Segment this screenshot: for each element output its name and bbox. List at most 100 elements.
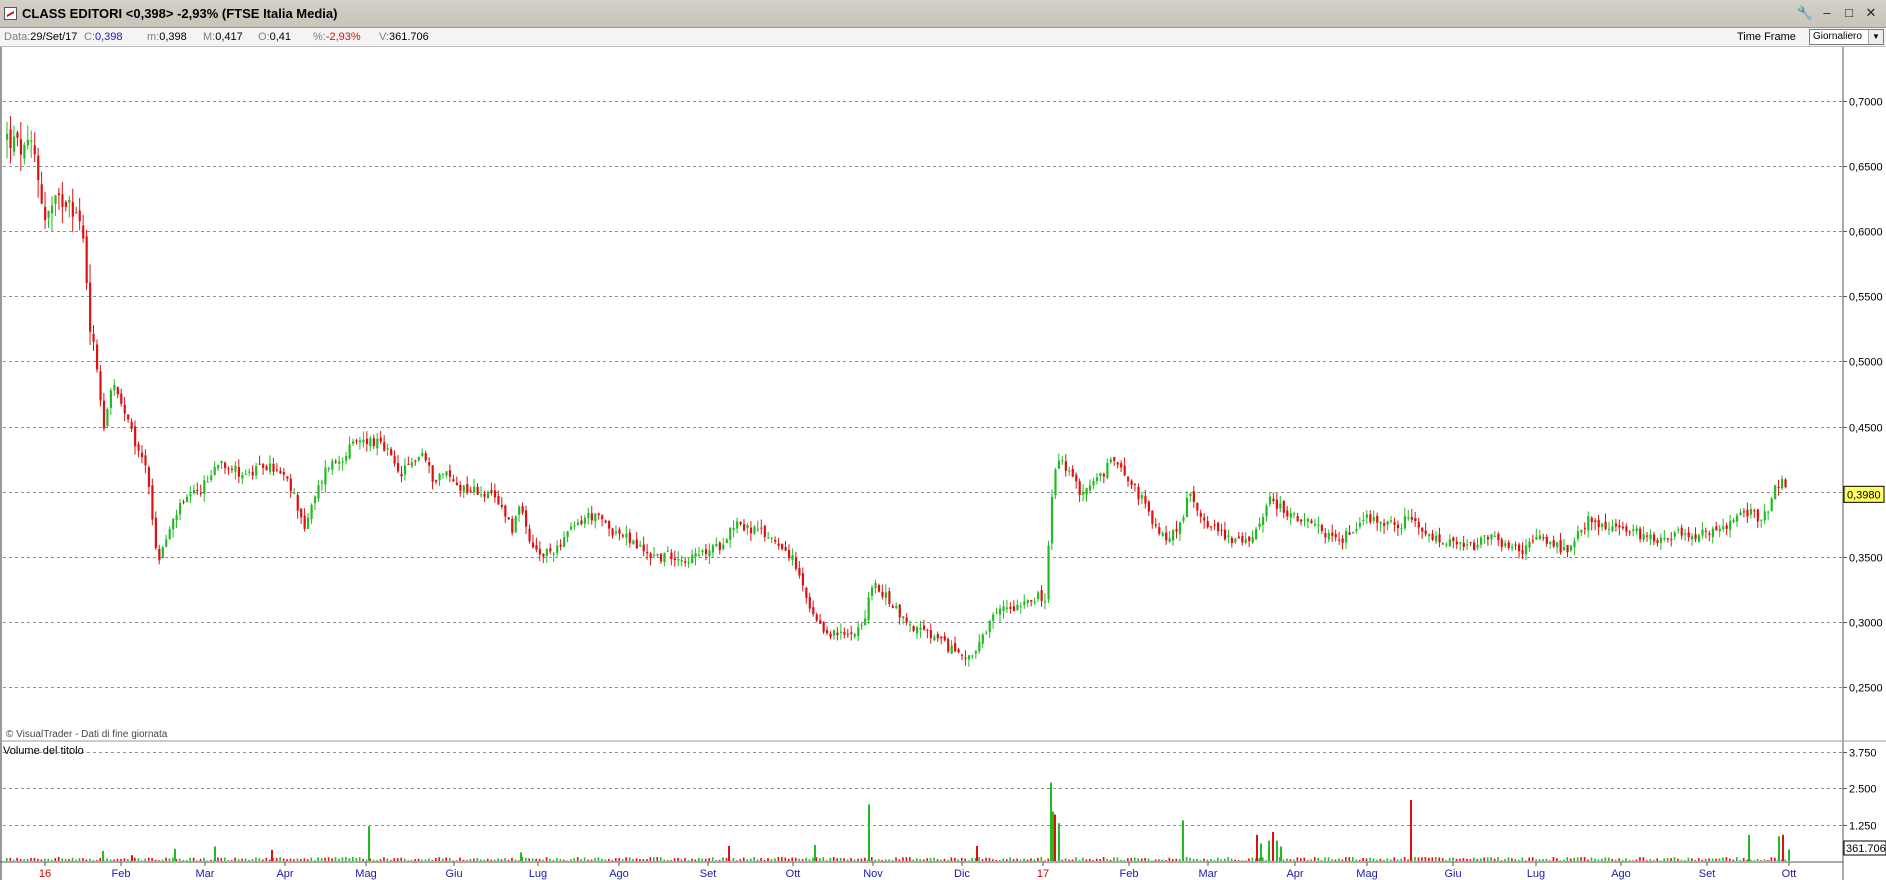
candle-body-up <box>632 540 635 544</box>
candle-body-down <box>1559 539 1562 553</box>
volume-bar <box>493 859 496 861</box>
candle-body-down <box>1486 536 1490 540</box>
candle-body-down <box>684 561 687 563</box>
volume-bar <box>452 860 454 861</box>
candle-body-up <box>1244 539 1247 543</box>
volume-bar <box>282 858 285 861</box>
volume-bar <box>1549 860 1551 861</box>
candle-body-up <box>1362 519 1365 521</box>
volume-bar <box>929 858 932 861</box>
volume-bar <box>1296 857 1299 861</box>
candle-body-down <box>1469 542 1472 544</box>
volume-bar <box>327 857 330 861</box>
candle-body-down <box>580 520 583 524</box>
volume-bar <box>1607 857 1610 861</box>
candle-body-up <box>933 636 936 641</box>
volume-spike-bar <box>1054 814 1056 861</box>
volume-bar <box>1044 860 1046 861</box>
candle-body-down <box>1282 501 1285 513</box>
volume-bar <box>1701 859 1703 861</box>
candlesticks <box>6 116 1787 667</box>
candle-body-up <box>566 531 569 538</box>
candle-body-up <box>1261 517 1265 525</box>
volume-bar <box>763 859 766 861</box>
volume-bar <box>358 857 361 861</box>
candle-body-up <box>234 465 237 472</box>
candle-body-up <box>1054 469 1057 496</box>
volume-bar <box>227 860 230 861</box>
price-tick-label: 0,5500 <box>1849 292 1883 304</box>
candle-body-down <box>1275 499 1279 509</box>
candle-body-down <box>428 462 431 466</box>
candle-body-up <box>1649 534 1652 540</box>
volume-tick-label: 3.750 <box>1849 748 1877 760</box>
candle-body-down <box>801 573 804 586</box>
price-volume-chart[interactable]: 0,70000,65000,60000,55000,50000,45000,40… <box>0 0 1886 880</box>
candle-body-down <box>1646 535 1649 537</box>
candle-body-down <box>483 493 486 497</box>
volume-bar <box>1289 859 1292 861</box>
candle-body-down <box>279 470 282 474</box>
volume-bar <box>559 858 562 861</box>
candle-body-down <box>71 202 74 217</box>
candle-body-up <box>1050 497 1054 544</box>
volume-bar <box>134 857 136 861</box>
candle-body-up <box>950 645 953 654</box>
volume-bar <box>1165 860 1167 861</box>
candle-body-up <box>6 133 9 140</box>
volume-bar <box>926 858 928 861</box>
volume-bar <box>1618 858 1620 861</box>
candle-body-up <box>1182 517 1185 521</box>
volume-bar <box>1407 859 1409 861</box>
candle-body-down <box>1518 544 1521 552</box>
volume-bar <box>576 857 579 861</box>
volume-bar <box>711 857 714 861</box>
volume-bar <box>37 858 39 861</box>
candle-body-down <box>618 529 621 534</box>
candle-body-down <box>1334 533 1337 538</box>
volume-bar <box>832 856 835 861</box>
candle-body-up <box>462 485 465 492</box>
candle-body-down <box>1597 519 1600 528</box>
candle-body-down <box>954 643 957 652</box>
candle-body-up <box>376 438 379 449</box>
candle-body-up <box>895 605 898 609</box>
candle-body-down <box>1071 468 1074 477</box>
volume-bar <box>922 859 925 861</box>
volume-bar <box>1573 857 1575 861</box>
candle-body-down <box>1473 542 1476 550</box>
volume-bar <box>1109 859 1112 861</box>
volume-bar <box>393 858 396 861</box>
volume-bar <box>943 858 946 861</box>
time-tick-label: Mar <box>196 868 215 880</box>
candle-body-up <box>1563 547 1566 551</box>
candle-body-down <box>812 607 815 615</box>
volume-bar <box>355 857 358 861</box>
volume-bar <box>1390 859 1392 861</box>
volume-bar <box>1130 858 1133 861</box>
candle-body-down <box>1704 530 1708 532</box>
candle-body-up <box>725 539 728 544</box>
volume-bar <box>1365 858 1368 861</box>
volume-bar <box>469 858 472 861</box>
candle-body-up <box>666 550 670 552</box>
volume-bar <box>580 859 582 861</box>
volume-spike-bar <box>1058 823 1060 861</box>
volume-bar <box>466 860 468 861</box>
volume-bar <box>1614 859 1617 861</box>
volume-bar <box>967 860 970 861</box>
candle-body-up <box>331 460 334 470</box>
candle-body-up <box>23 144 26 159</box>
volume-bar <box>338 858 340 861</box>
volume-bar <box>1261 857 1264 861</box>
volume-bar <box>1445 860 1447 861</box>
candle-body-down <box>1369 514 1372 523</box>
candle-body-up <box>756 528 760 530</box>
candle-body-up <box>694 553 697 558</box>
volume-bar <box>414 859 416 861</box>
candle-body-down <box>1248 536 1251 542</box>
candle-body-up <box>556 545 559 553</box>
volume-bar <box>196 860 198 861</box>
axes: 0,70000,65000,60000,55000,50000,45000,40… <box>0 47 1886 880</box>
volume-bar <box>16 857 18 861</box>
